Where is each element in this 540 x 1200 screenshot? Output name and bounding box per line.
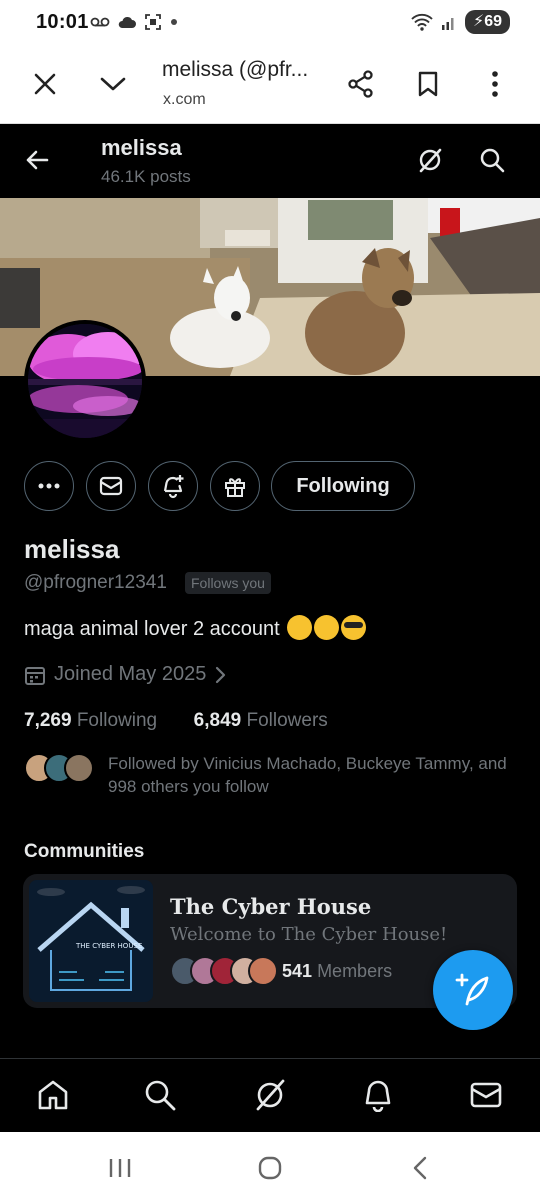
follows-you-badge: Follows you bbox=[185, 572, 271, 594]
avatar bbox=[248, 956, 278, 986]
back-nav-button[interactable] bbox=[400, 1154, 440, 1182]
followed-by-avatars[interactable] bbox=[24, 753, 94, 785]
clock: 10:01 bbox=[36, 11, 89, 33]
battery-level: 69 bbox=[484, 13, 502, 30]
bottom-tab-bar bbox=[0, 1058, 540, 1132]
search-icon bbox=[145, 1080, 176, 1111]
recent-apps-button[interactable] bbox=[100, 1154, 140, 1182]
follow-stats: 7,269 Following 6,849 Followers bbox=[24, 710, 328, 732]
community-image: THE CYBER HOUSE bbox=[29, 880, 153, 1002]
feather-plus-icon bbox=[455, 973, 489, 1006]
chevron-down-icon bbox=[100, 77, 126, 91]
cloud-icon bbox=[118, 17, 137, 29]
tab-search[interactable] bbox=[140, 1075, 180, 1115]
profile-name: melissa bbox=[24, 534, 120, 564]
following-label: Following bbox=[76, 710, 158, 731]
page-title: melissa (@pfr... bbox=[162, 58, 309, 81]
sunglasses-emoji-icon bbox=[341, 615, 367, 640]
grok-button[interactable] bbox=[410, 140, 450, 180]
joined-date: Joined May 2025 bbox=[24, 663, 226, 686]
header-post-count: 46.1K posts bbox=[101, 167, 191, 186]
search-button[interactable] bbox=[472, 140, 512, 180]
home-icon bbox=[38, 1080, 68, 1110]
battery-bolt-icon: ⚡ bbox=[472, 13, 485, 30]
tab-messages[interactable] bbox=[466, 1075, 506, 1115]
gift-icon bbox=[225, 478, 245, 497]
page-info-button[interactable] bbox=[93, 64, 133, 104]
more-options-button[interactable] bbox=[24, 461, 74, 511]
subscribe-gift-button[interactable] bbox=[210, 461, 260, 511]
system-icons: ⚡69 bbox=[411, 10, 510, 34]
status-bar: 10:01 ⚡69 bbox=[0, 0, 540, 46]
joined-text: Joined May 2025 bbox=[54, 663, 207, 685]
share-button[interactable] bbox=[341, 64, 381, 104]
arrow-left-icon bbox=[26, 150, 49, 170]
back-chevron-icon bbox=[413, 1156, 427, 1180]
chevron-right-icon[interactable] bbox=[214, 666, 226, 684]
header-name: melissa bbox=[101, 135, 182, 160]
calendar-icon bbox=[25, 666, 45, 685]
more-menu-button[interactable] bbox=[475, 64, 515, 104]
bell-icon bbox=[365, 1080, 391, 1112]
voicemail-icon bbox=[90, 17, 110, 27]
followers-count: 6,849 bbox=[193, 710, 242, 731]
following-count: 7,269 bbox=[24, 710, 72, 731]
share-icon bbox=[348, 70, 373, 98]
grok-icon bbox=[419, 148, 442, 173]
search-icon bbox=[480, 148, 505, 173]
followers-stat[interactable]: 6,849 Followers bbox=[194, 710, 328, 731]
close-tab-button[interactable] bbox=[25, 64, 65, 104]
grok-icon bbox=[256, 1079, 285, 1111]
community-description: Welcome to The Cyber House! bbox=[170, 924, 448, 945]
members-label: Members bbox=[317, 961, 393, 981]
more-vertical-icon bbox=[492, 71, 498, 97]
community-member-count: 541 Members bbox=[282, 961, 392, 982]
page-url: x.com bbox=[163, 91, 206, 108]
communities-heading: Communities bbox=[24, 841, 145, 862]
avatar bbox=[64, 753, 94, 783]
followers-label: Followers bbox=[246, 710, 328, 731]
system-navigation-bar bbox=[0, 1132, 540, 1200]
mail-icon bbox=[470, 1082, 502, 1108]
bio-text: maga animal lover 2 account bbox=[24, 617, 280, 640]
screenshot-icon bbox=[145, 14, 162, 30]
home-circle-icon bbox=[258, 1156, 282, 1180]
cyber-house-logo: THE CYBER HOUSE bbox=[29, 880, 153, 1002]
notification-icons bbox=[90, 13, 178, 31]
tab-grok[interactable] bbox=[250, 1075, 290, 1115]
recent-apps-icon bbox=[109, 1159, 131, 1177]
signal-icon bbox=[441, 18, 454, 30]
profile-header: melissa 46.1K posts bbox=[0, 124, 540, 198]
profile-handle: @pfrogner12341 bbox=[24, 572, 167, 593]
home-button[interactable] bbox=[250, 1154, 290, 1182]
message-button[interactable] bbox=[86, 461, 136, 511]
more-horizontal-icon bbox=[38, 483, 60, 489]
avatar-image bbox=[28, 324, 142, 438]
dot-icon bbox=[170, 19, 177, 26]
tongue-wink-emoji-icon bbox=[287, 615, 313, 640]
tab-notifications[interactable] bbox=[358, 1075, 398, 1115]
members-count: 541 bbox=[282, 961, 313, 981]
bookmark-button[interactable] bbox=[408, 64, 448, 104]
back-button[interactable] bbox=[17, 140, 57, 180]
wifi-icon bbox=[411, 13, 433, 31]
bookmark-icon bbox=[418, 71, 438, 97]
bell-plus-icon bbox=[163, 475, 184, 499]
browser-toolbar: melissa (@pfr... x.com bbox=[0, 46, 540, 124]
community-image-text: THE CYBER HOUSE bbox=[75, 942, 142, 950]
notifications-button[interactable] bbox=[148, 461, 198, 511]
compose-post-button[interactable] bbox=[433, 950, 513, 1030]
community-name: The Cyber House bbox=[170, 894, 372, 919]
following-stat[interactable]: 7,269 Following bbox=[24, 710, 157, 731]
followed-by-text[interactable]: Followed by Vinicius Machado, Buckeye Ta… bbox=[108, 752, 523, 798]
close-icon bbox=[34, 73, 56, 95]
community-member-avatars bbox=[170, 956, 278, 988]
tongue-wink-emoji-icon bbox=[314, 615, 340, 640]
battery-icon: ⚡69 bbox=[464, 10, 510, 34]
profile-avatar[interactable] bbox=[24, 320, 146, 442]
mail-icon bbox=[99, 476, 123, 496]
tab-home[interactable] bbox=[33, 1075, 73, 1115]
following-button[interactable]: Following bbox=[271, 461, 415, 511]
profile-bio: maga animal lover 2 account bbox=[24, 615, 367, 642]
